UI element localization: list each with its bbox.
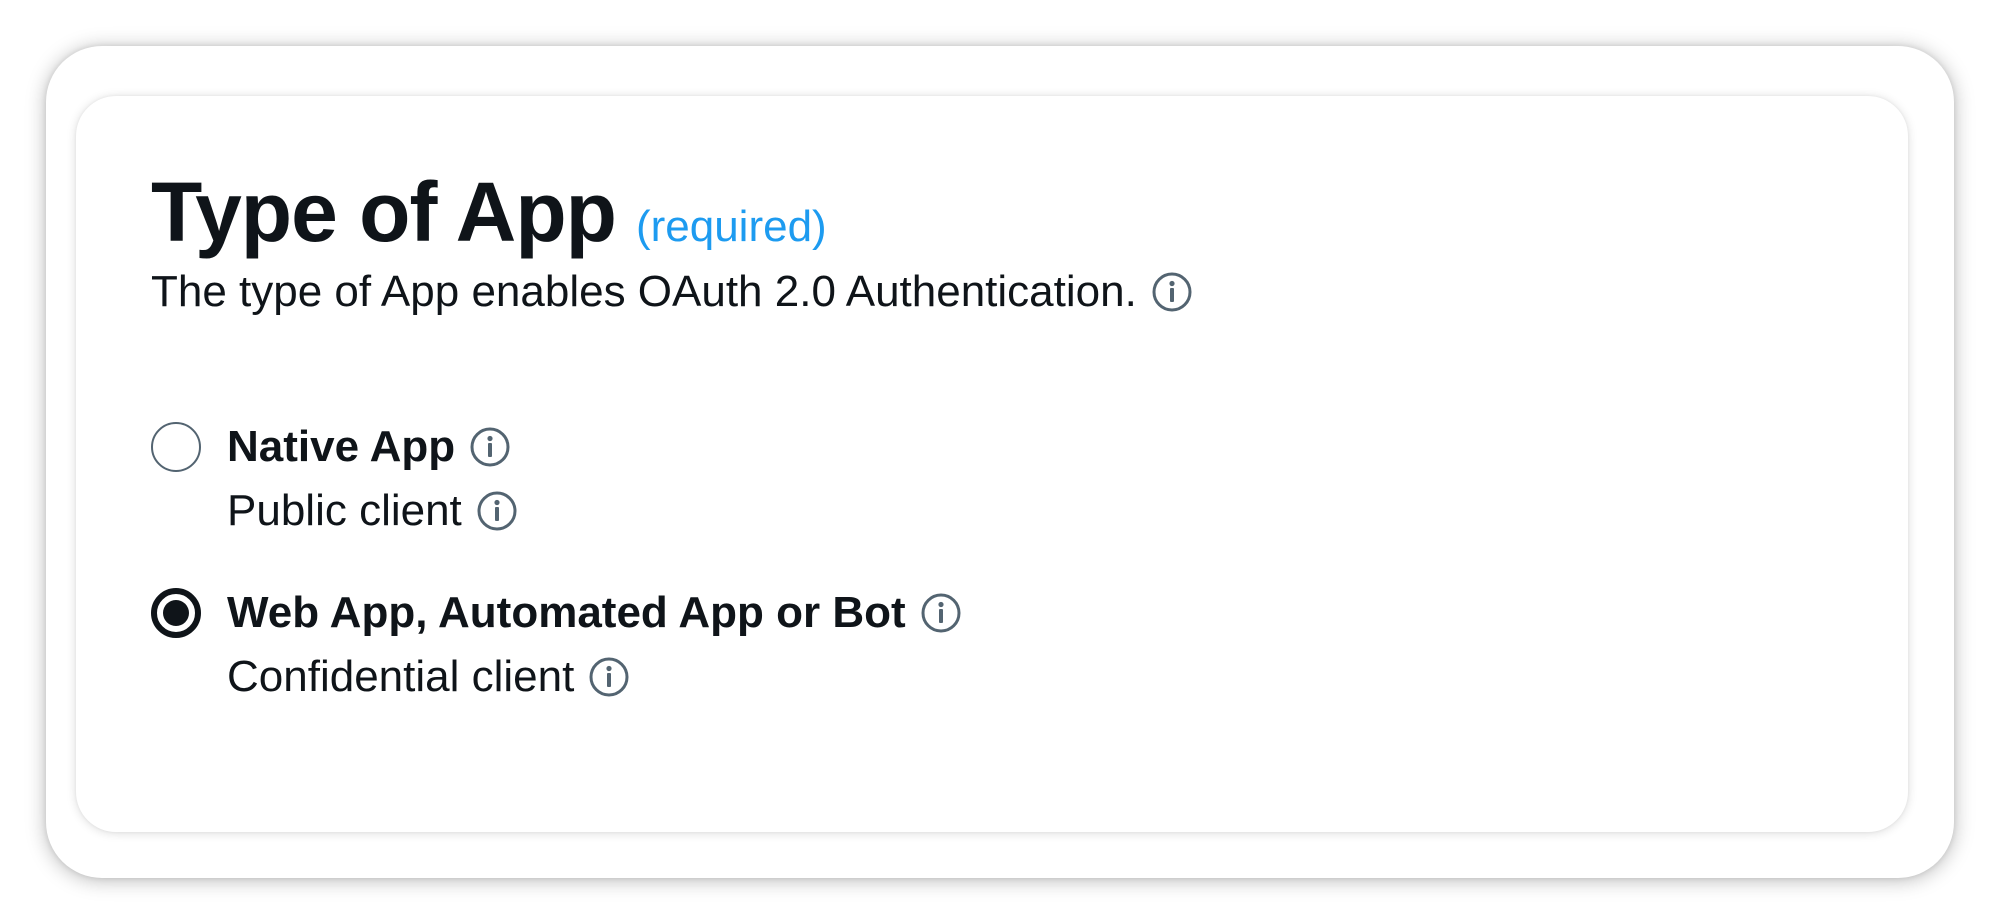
radio-button-web-app[interactable]	[151, 588, 201, 638]
section-description: The type of App enables OAuth 2.0 Authen…	[151, 267, 1137, 316]
option-label: Web App, Automated App or Bot	[227, 588, 906, 637]
option-sublabel: Confidential client	[227, 652, 575, 701]
option-sublabel: Public client	[227, 486, 462, 535]
option-text: Native App Public client	[227, 420, 518, 538]
option-text: Web App, Automated App or Bot Confidenti…	[227, 586, 962, 704]
radio-button-native-app[interactable]	[151, 422, 201, 472]
info-icon[interactable]	[920, 592, 962, 634]
section-description-row: The type of App enables OAuth 2.0 Authen…	[151, 266, 1193, 318]
info-icon[interactable]	[476, 490, 518, 532]
info-icon[interactable]	[588, 656, 630, 698]
radio-option-web-app[interactable]: Web App, Automated App or Bot Confidenti…	[151, 586, 962, 704]
option-label: Native App	[227, 422, 456, 471]
section-title: Type of App	[151, 165, 617, 259]
info-icon[interactable]	[1151, 271, 1193, 313]
required-label: (required)	[635, 202, 827, 251]
section-header: Type of App (required)	[151, 164, 827, 261]
info-icon[interactable]	[469, 426, 511, 468]
radio-option-native-app[interactable]: Native App Public client	[151, 420, 518, 538]
